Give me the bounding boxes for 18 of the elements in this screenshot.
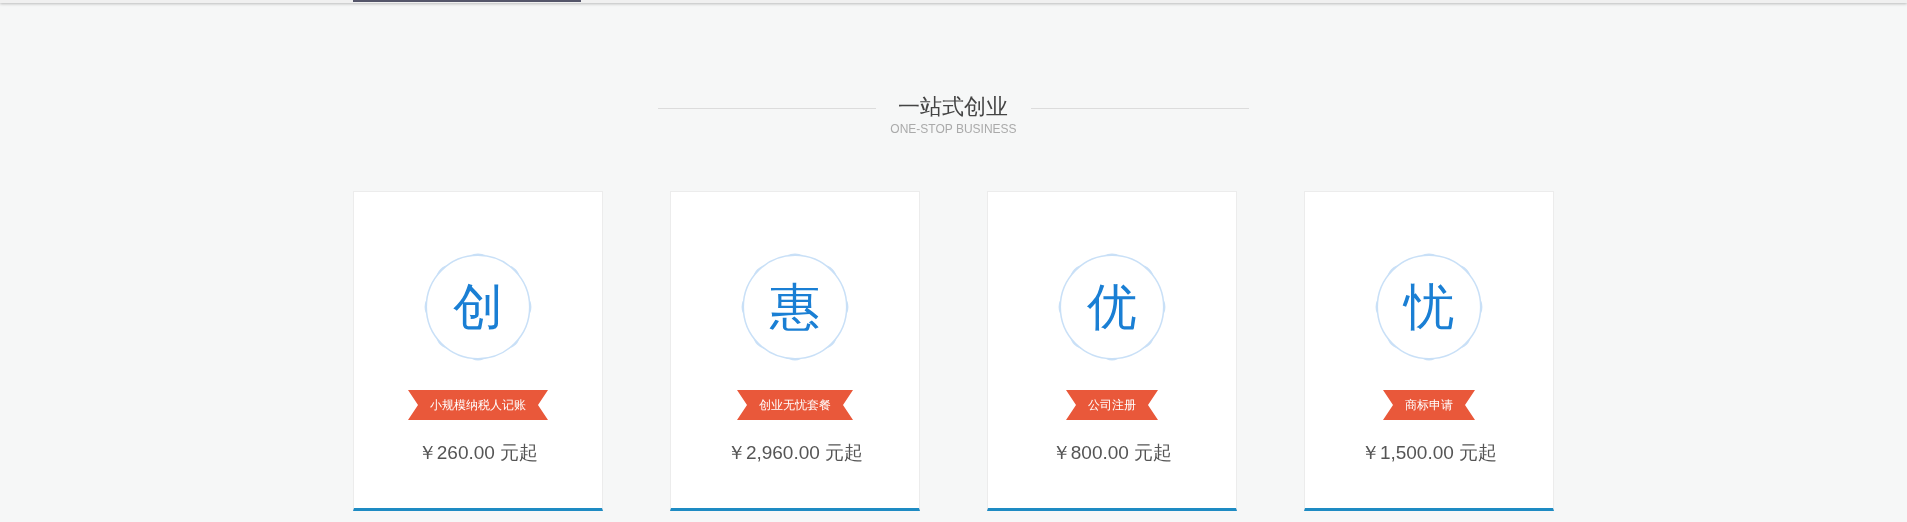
product-card[interactable]: 优 公司注册 ￥800.00 元起 <box>987 191 1237 511</box>
seal-character: 惠 <box>770 279 820 335</box>
price-text: ￥260.00 元起 <box>417 441 539 465</box>
ribbon-tag: 小规模纳税人记账 <box>408 390 548 420</box>
product-card[interactable]: 惠 创业无忧套餐 ￥2,960.00 元起 <box>670 191 920 511</box>
seal-character: 优 <box>1087 279 1137 335</box>
seal-character: 创 <box>453 279 503 335</box>
ribbon-tag: 商标申请 <box>1383 390 1475 420</box>
seal-character: 忧 <box>1404 279 1454 335</box>
section-subtitle: ONE-STOP BUSINESS <box>890 121 1017 137</box>
product-card[interactable]: 创 小规模纳税人记账 ￥260.00 元起 <box>353 191 603 511</box>
ribbon-tag: 创业无忧套餐 <box>737 390 853 420</box>
section-title: 一站式创业 <box>897 93 1010 121</box>
ribbon-tag: 公司注册 <box>1066 390 1158 420</box>
price-text: ￥800.00 元起 <box>1051 441 1173 465</box>
price-text: ￥1,500.00 元起 <box>1360 441 1498 465</box>
product-card[interactable]: 忧 商标申请 ￥1,500.00 元起 <box>1304 191 1554 511</box>
price-text: ￥2,960.00 元起 <box>726 441 864 465</box>
